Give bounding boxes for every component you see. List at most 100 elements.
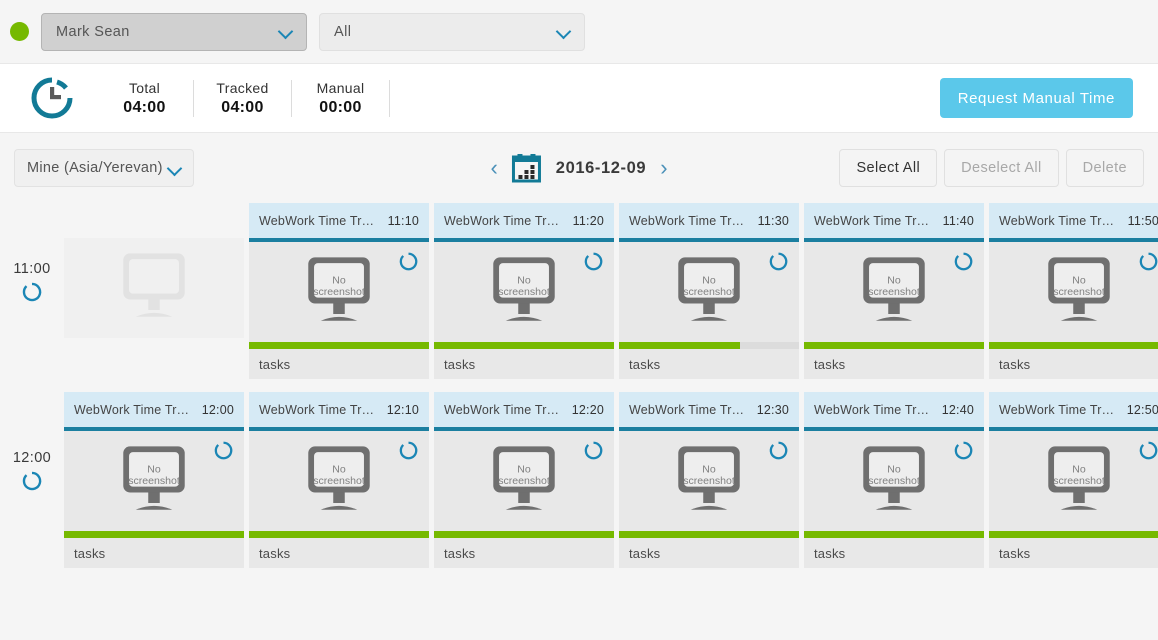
svg-text:No: No (1072, 463, 1086, 475)
chevron-down-icon (168, 161, 183, 176)
chevron-right-icon[interactable]: › (660, 157, 667, 179)
card-app-title: WebWork Time Tr… (999, 402, 1115, 417)
activity-bar-track (64, 531, 244, 538)
svg-text:screenshot: screenshot (498, 474, 550, 486)
screenshot-card[interactable]: WebWork Time Tr… 11:20 No screenshot tasks (434, 203, 614, 379)
activity-bar-fill (249, 531, 429, 538)
screenshot-card[interactable]: WebWork Time Tr… 12:10 No screenshot tasks (249, 392, 429, 568)
card-thumbnail[interactable]: No screenshot (989, 242, 1158, 342)
screenshot-card-inner[interactable]: WebWork Time Tr… 11:30 No screenshot tasks (619, 203, 799, 379)
activity-bar-track (989, 531, 1158, 538)
card-timeslot: 11:30 (757, 213, 789, 228)
activity-bar-track (434, 342, 614, 349)
loading-ring-icon (953, 251, 974, 272)
request-manual-time-button[interactable]: Request Manual Time (939, 78, 1133, 118)
activity-bar-track (989, 342, 1158, 349)
grid-row-cells: WebWork Time Tr… 12:00 No screenshot tasks We… (64, 392, 1158, 568)
card-thumbnail[interactable]: No screenshot (249, 431, 429, 531)
svg-text:No: No (702, 463, 716, 475)
screenshot-card-inner[interactable]: WebWork Time Tr… 11:40 No screenshot tasks (804, 203, 984, 379)
activity-bar-track (619, 342, 799, 349)
card-task-label: tasks (259, 356, 291, 372)
empty-slot (64, 203, 244, 379)
svg-text:screenshot: screenshot (313, 285, 365, 297)
svg-text:No: No (332, 274, 346, 286)
screenshot-card[interactable]: WebWork Time Tr… 12:50 No screenshot tasks (989, 392, 1158, 568)
card-app-title: WebWork Time Tr… (259, 402, 375, 417)
card-thumbnail[interactable]: No screenshot (619, 431, 799, 531)
svg-text:No: No (702, 274, 716, 286)
card-task-label: tasks (444, 545, 476, 561)
card-app-title: WebWork Time Tr… (444, 213, 560, 228)
card-task-label: tasks (814, 356, 846, 372)
card-app-title: WebWork Time Tr… (74, 402, 190, 417)
monitor-icon: No screenshot (476, 440, 572, 523)
card-task-label: tasks (999, 545, 1031, 561)
activity-bar-track (804, 531, 984, 538)
card-app-title: WebWork Time Tr… (999, 213, 1115, 228)
screenshot-card-inner[interactable]: WebWork Time Tr… 11:10 No screenshot tasks (249, 203, 429, 379)
clock-icon (31, 77, 73, 119)
screenshot-card[interactable]: WebWork Time Tr… 12:20 No screenshot tasks (434, 392, 614, 568)
project-select-value: All (334, 23, 352, 40)
user-select[interactable]: Mark Sean (41, 12, 307, 51)
screenshot-card-inner[interactable]: WebWork Time Tr… 12:20 No screenshot tasks (434, 392, 614, 568)
project-select[interactable]: All (319, 12, 585, 51)
screenshot-card-inner[interactable]: WebWork Time Tr… 12:40 No screenshot tasks (804, 392, 984, 568)
card-task-label: tasks (814, 545, 846, 561)
svg-text:screenshot: screenshot (313, 474, 365, 486)
chevron-left-icon[interactable]: ‹ (490, 157, 497, 179)
row-time-text: 12:00 (12, 450, 52, 466)
activity-bar-fill (989, 342, 1158, 349)
screenshot-card[interactable]: WebWork Time Tr… 12:00 No screenshot tasks (64, 392, 244, 568)
card-thumbnail[interactable]: No screenshot (804, 431, 984, 531)
screenshot-card-inner[interactable]: WebWork Time Tr… 12:00 No screenshot tasks (64, 392, 244, 568)
screenshot-card-inner[interactable]: WebWork Time Tr… 12:10 No screenshot tasks (249, 392, 429, 568)
card-thumbnail[interactable]: No screenshot (434, 242, 614, 342)
screenshot-card[interactable]: WebWork Time Tr… 11:50 No screenshot tasks (989, 203, 1158, 379)
loading-ring-icon (583, 251, 604, 272)
svg-text:screenshot: screenshot (683, 474, 735, 486)
card-header: WebWork Time Tr… 12:10 (249, 392, 429, 427)
screenshot-card[interactable]: WebWork Time Tr… 12:30 No screenshot tasks (619, 392, 799, 568)
svg-text:screenshot: screenshot (683, 285, 735, 297)
screenshot-card-inner[interactable]: WebWork Time Tr… 11:50 No screenshot tasks (989, 203, 1158, 379)
card-timeslot: 11:40 (942, 213, 974, 228)
screenshot-card-inner[interactable]: WebWork Time Tr… 11:20 No screenshot tasks (434, 203, 614, 379)
svg-text:screenshot: screenshot (868, 474, 920, 486)
svg-text:No: No (887, 463, 901, 475)
timezone-select-value: Mine (Asia/Yerevan) (27, 160, 163, 176)
screenshot-card[interactable]: WebWork Time Tr… 11:40 No screenshot tasks (804, 203, 984, 379)
card-app-title: WebWork Time Tr… (629, 402, 745, 417)
screenshot-grid: 11:00 WebWork Time Tr… 11:10 No screenshot ta… (0, 203, 1158, 568)
card-thumbnail[interactable]: No screenshot (989, 431, 1158, 531)
monitor-icon (106, 247, 202, 330)
screenshot-card[interactable]: WebWork Time Tr… 11:30 No screenshot tasks (619, 203, 799, 379)
stat-manual-label: Manual (316, 79, 365, 96)
filter-bar: Mark Sean All (0, 0, 1158, 63)
calendar-icon[interactable] (512, 153, 542, 183)
monitor-icon: No screenshot (291, 440, 387, 523)
activity-bar-track (804, 342, 984, 349)
card-thumbnail[interactable]: No screenshot (804, 242, 984, 342)
select-all-button[interactable]: Select All (839, 149, 938, 187)
card-header: WebWork Time Tr… 11:20 (434, 203, 614, 238)
card-thumbnail[interactable]: No screenshot (64, 431, 244, 531)
monitor-icon: No screenshot (1031, 440, 1127, 523)
card-task-label: tasks (74, 545, 106, 561)
delete-button[interactable]: Delete (1065, 149, 1144, 187)
card-thumbnail[interactable]: No screenshot (434, 431, 614, 531)
card-thumbnail[interactable]: No screenshot (249, 242, 429, 342)
timezone-select[interactable]: Mine (Asia/Yerevan) (14, 149, 194, 187)
monitor-icon: No screenshot (291, 251, 387, 334)
card-header: WebWork Time Tr… 12:50 (989, 392, 1158, 427)
screenshot-card[interactable]: WebWork Time Tr… 11:10 No screenshot tasks (249, 203, 429, 379)
screenshot-card-inner[interactable]: WebWork Time Tr… 12:50 No screenshot tasks (989, 392, 1158, 568)
deselect-all-button[interactable]: Deselect All (944, 149, 1059, 187)
row-time-text: 11:00 (13, 261, 51, 277)
screenshot-card-inner[interactable]: WebWork Time Tr… 12:30 No screenshot tasks (619, 392, 799, 568)
stat-tracked-label: Tracked (216, 79, 269, 96)
stat-total: Total 04:00 (96, 79, 194, 117)
card-thumbnail[interactable]: No screenshot (619, 242, 799, 342)
screenshot-card[interactable]: WebWork Time Tr… 12:40 No screenshot tasks (804, 392, 984, 568)
